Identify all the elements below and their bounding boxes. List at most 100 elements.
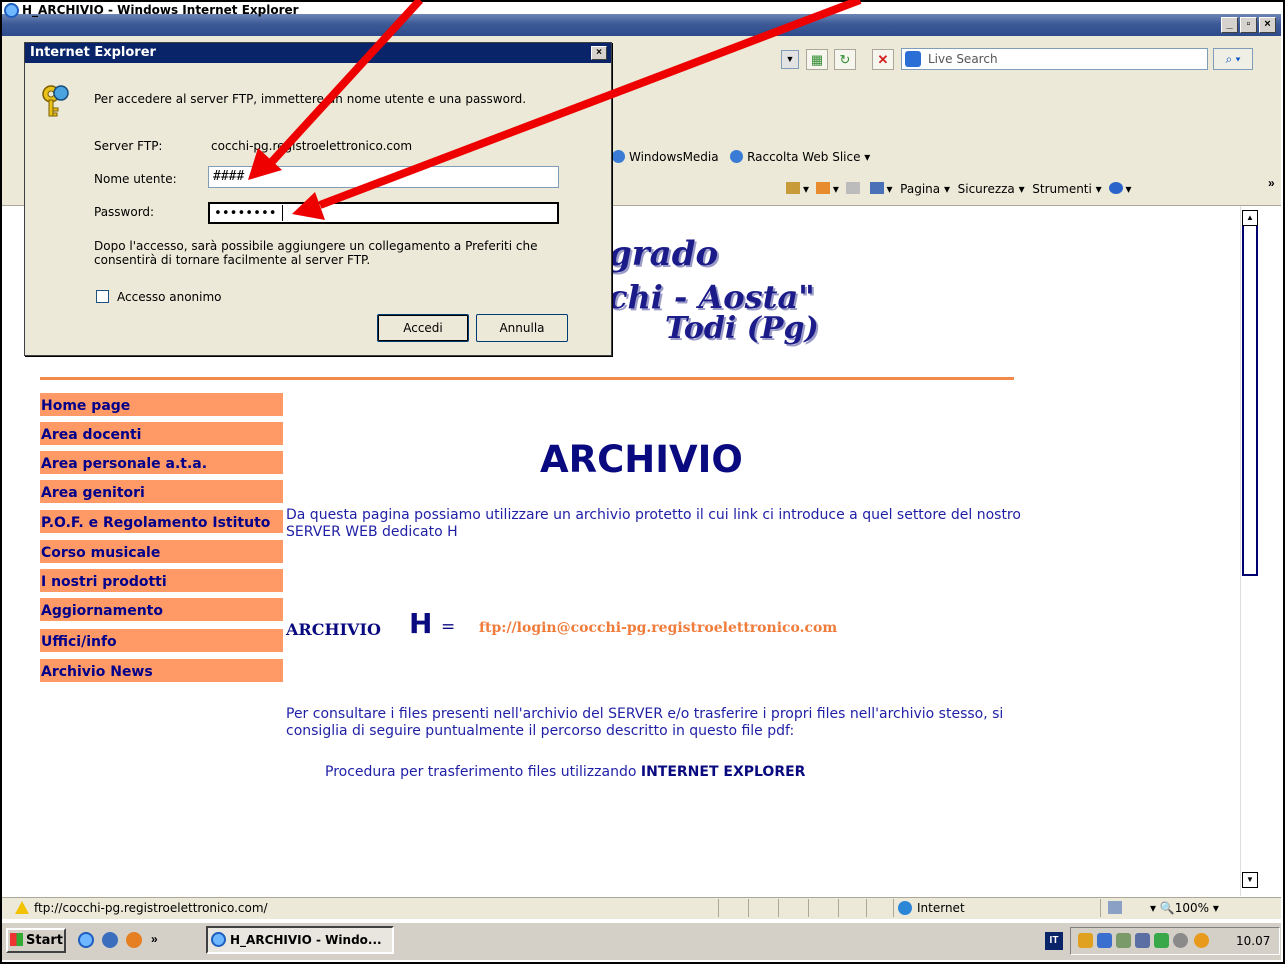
status-separator <box>866 899 867 917</box>
menu-item-aggiornamento[interactable]: Aggiornamento <box>40 598 283 624</box>
language-indicator[interactable]: IT <box>1045 932 1063 950</box>
dialog-close-button[interactable]: × <box>591 46 607 60</box>
banner-text-line3: Todi (Pg) <box>665 311 819 346</box>
login-button[interactable]: Accedi <box>377 314 469 342</box>
protected-mode-icon[interactable] <box>1108 901 1122 914</box>
procedure-browser: INTERNET EXPLORER <box>640 764 806 780</box>
maximize-button[interactable]: ▫ <box>1240 17 1257 33</box>
windows-logo-icon <box>10 933 23 946</box>
dialog-title: Internet Explorer <box>30 45 156 60</box>
ie-page-icon <box>730 150 744 163</box>
favorites-bar: WindowsMedia Raccolta Web Slice ▾ <box>612 150 870 164</box>
ie-titlebar <box>2 14 1281 36</box>
zoom-level[interactable]: ▾ 🔍100% ▾ <box>1150 901 1219 915</box>
ie-page-icon <box>612 150 625 163</box>
menu-item-archivio-news[interactable]: Archivio News <box>40 659 283 685</box>
status-url: ftp://cocchi-pg.registroelettronico.com/ <box>34 901 268 915</box>
dialog-message: Per accedere al server FTP, immettere un… <box>94 92 527 106</box>
password-field[interactable]: •••••••• <box>208 202 559 224</box>
close-window-button[interactable]: × <box>1259 17 1276 33</box>
quicklaunch-desktop-icon[interactable] <box>102 932 118 948</box>
security-zone-text: Internet <box>917 901 965 915</box>
status-separator <box>808 899 809 917</box>
internet-zone-icon <box>898 901 912 915</box>
anonymous-label[interactable]: Accesso anonimo <box>117 290 222 304</box>
menu-item-prodotti[interactable]: I nostri prodotti <box>40 569 283 595</box>
scroll-up-button[interactable]: ▲ <box>1242 210 1258 226</box>
address-dropdown-button[interactable]: ▼ <box>781 50 799 69</box>
banner-text-line1: grado <box>608 234 719 274</box>
search-button[interactable]: ⌕ ▾ <box>1213 48 1253 70</box>
intro-text: Da questa pagina possiamo utilizzare un … <box>286 507 1021 540</box>
fav-link-webslice[interactable]: Raccolta Web Slice ▾ <box>747 150 870 164</box>
menu-item-pof[interactable]: P.O.F. e Regolamento Istituto <box>40 510 283 536</box>
username-label: Nome utente: <box>94 172 177 186</box>
menu-item-corso-musicale[interactable]: Corso musicale <box>40 540 283 566</box>
refresh-button[interactable]: ↻ <box>834 49 856 70</box>
mail-icon[interactable] <box>845 182 860 194</box>
ftp-login-dialog <box>24 42 612 356</box>
status-separator <box>778 899 779 917</box>
rss-feed-icon[interactable] <box>815 182 830 194</box>
minimize-button[interactable]: _ <box>1221 17 1238 33</box>
window-title: H_ARCHIVIO - Windows Internet Explorer <box>22 3 299 17</box>
status-separator <box>893 899 894 917</box>
tools-menu[interactable]: Strumenti ▾ <box>1032 182 1101 196</box>
server-label: Server FTP: <box>94 139 163 153</box>
compat-view-button[interactable]: ▦ <box>806 49 828 70</box>
menu-item-area-personale[interactable]: Area personale a.t.a. <box>40 451 283 477</box>
tray-app-icon[interactable] <box>1116 933 1131 948</box>
tray-update-icon[interactable] <box>1194 933 1209 948</box>
menu-item-uffici[interactable]: Uffici/info <box>40 629 283 655</box>
procedure-text: Procedura per trasferimento files utiliz… <box>325 764 641 780</box>
quicklaunch-chevron-icon[interactable]: » <box>151 932 158 946</box>
taskbar-clock[interactable]: 10.07 <box>1236 934 1270 948</box>
text-caret <box>282 205 283 221</box>
page-title: ARCHIVIO <box>540 438 743 481</box>
header-divider <box>40 377 1014 380</box>
tray-security-icon[interactable] <box>1154 933 1169 948</box>
page-menu[interactable]: Pagina ▾ <box>900 182 950 196</box>
scroll-down-button[interactable]: ▼ <box>1242 872 1258 888</box>
tray-clock-icon[interactable] <box>1173 933 1188 948</box>
search-placeholder: Live Search <box>928 52 998 66</box>
anonymous-checkbox[interactable] <box>96 290 109 303</box>
archive-equals: = <box>441 617 456 637</box>
status-separator <box>1100 899 1101 917</box>
menu-item-area-genitori[interactable]: Area genitori <box>40 480 283 506</box>
stop-button[interactable]: ✕ <box>872 49 894 70</box>
status-separator <box>748 899 749 917</box>
tray-network-icon[interactable] <box>1078 933 1093 948</box>
quicklaunch-ie-icon[interactable] <box>78 932 94 948</box>
print-icon[interactable] <box>869 182 884 194</box>
username-field[interactable]: #### <box>208 166 559 188</box>
toolbar-chevron-icon[interactable]: » <box>1268 176 1275 190</box>
command-bar: ▾ ▾ ▾ Pagina ▾ Sicurezza ▾ Strumenti ▾ ▾ <box>783 182 1132 196</box>
tray-monitor-icon[interactable] <box>1097 933 1112 948</box>
status-separator <box>718 899 719 917</box>
archive-label: ARCHIVIO <box>286 620 381 639</box>
fav-link-windowsmedia[interactable]: WindowsMedia <box>629 150 719 164</box>
home-icon[interactable] <box>786 182 800 194</box>
procedure-link[interactable]: Procedura per trasferimento files utiliz… <box>325 764 805 781</box>
taskbar-ie-window[interactable]: H_ARCHIVIO - Windo... <box>206 926 394 954</box>
tray-device-icon[interactable] <box>1135 933 1150 948</box>
ie-logo-icon <box>4 3 19 18</box>
key-icon <box>42 85 69 117</box>
password-label: Password: <box>94 205 155 219</box>
menu-item-home[interactable]: Home page <box>40 393 283 419</box>
help-icon[interactable] <box>1108 182 1123 194</box>
consult-text: Per consultare i files presenti nell'arc… <box>286 706 1004 739</box>
dialog-note: Dopo l'accesso, sarà possibile aggiunger… <box>94 239 538 267</box>
taskbar-ie-icon <box>211 932 226 947</box>
quicklaunch-firefox-icon[interactable] <box>126 932 142 948</box>
archive-letter: H <box>409 607 433 640</box>
cancel-button[interactable]: Annulla <box>476 314 568 342</box>
server-value: cocchi-pg.registroelettronico.com <box>211 139 413 153</box>
scroll-thumb[interactable] <box>1242 226 1258 576</box>
ftp-link[interactable]: ftp://login@cocchi-pg.registroelettronic… <box>479 620 837 636</box>
menu-item-area-docenti[interactable]: Area docenti <box>40 422 283 448</box>
live-search-logo-icon <box>905 51 921 67</box>
status-separator <box>838 899 839 917</box>
security-menu[interactable]: Sicurezza ▾ <box>958 182 1025 196</box>
